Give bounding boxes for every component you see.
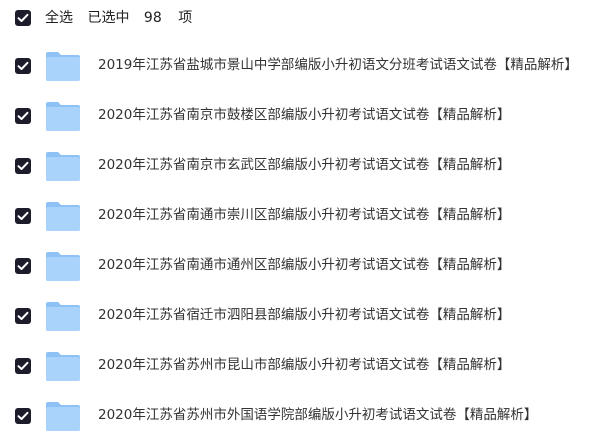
checkmark-icon xyxy=(17,161,29,170)
selected-suffix: 项 xyxy=(178,10,193,26)
file-checkbox[interactable] xyxy=(15,158,31,174)
selection-summary: 全选 已选中 98 项 xyxy=(45,8,202,28)
file-row[interactable]: 2020年江苏省南京市玄武区部编版小升初考试语文试卷【精品解析】 xyxy=(0,141,615,191)
file-name[interactable]: 2019年江苏省盐城市景山中学部编版小升初语文分班考试语文试卷【精品解析】 xyxy=(98,55,578,75)
file-checkbox[interactable] xyxy=(15,358,31,374)
folder-icon xyxy=(46,152,80,181)
selected-prefix: 已选中 xyxy=(87,10,130,26)
file-checkbox[interactable] xyxy=(15,108,31,124)
checkmark-icon xyxy=(17,311,29,320)
file-name[interactable]: 2020年江苏省苏州市昆山市部编版小升初考试语文试卷【精品解析】 xyxy=(98,355,510,375)
folder-icon xyxy=(46,202,80,231)
file-row[interactable]: 2020年江苏省南京市鼓楼区部编版小升初考试语文试卷【精品解析】 xyxy=(0,91,615,141)
checkmark-icon xyxy=(17,361,29,370)
folder-icon xyxy=(46,252,80,281)
file-row[interactable]: 2019年江苏省盐城市景山中学部编版小升初语文分班考试语文试卷【精品解析】 xyxy=(0,41,615,91)
selection-header: 全选 已选中 98 项 xyxy=(0,0,615,36)
file-checkbox[interactable] xyxy=(15,58,31,74)
selected-count: 98 xyxy=(143,10,162,26)
file-checkbox[interactable] xyxy=(15,408,31,424)
file-name[interactable]: 2020年江苏省南京市鼓楼区部编版小升初考试语文试卷【精品解析】 xyxy=(98,105,510,125)
file-selection-panel: 全选 已选中 98 项 2019年江苏省盐城市景山中学部编版小升初语文分班考试语… xyxy=(0,0,615,440)
file-row[interactable]: 2020年江苏省宿迁市泗阳县部编版小升初考试语文试卷【精品解析】 xyxy=(0,291,615,341)
select-all-label[interactable]: 全选 xyxy=(45,10,73,26)
checkmark-icon xyxy=(17,411,29,420)
file-checkbox[interactable] xyxy=(15,258,31,274)
folder-icon xyxy=(46,352,80,381)
file-name[interactable]: 2020年江苏省宿迁市泗阳县部编版小升初考试语文试卷【精品解析】 xyxy=(98,305,510,325)
folder-icon xyxy=(46,302,80,331)
file-checkbox[interactable] xyxy=(15,308,31,324)
file-name[interactable]: 2020年江苏省苏州市外国语学院部编版小升初考试语文试卷【精品解析】 xyxy=(98,405,537,425)
folder-icon xyxy=(46,52,80,81)
file-row[interactable]: 2020年江苏省南通市崇川区部编版小升初考试语文试卷【精品解析】 xyxy=(0,191,615,241)
file-name[interactable]: 2020年江苏省南通市崇川区部编版小升初考试语文试卷【精品解析】 xyxy=(98,205,510,225)
file-row[interactable]: 2020年江苏省苏州市昆山市部编版小升初考试语文试卷【精品解析】 xyxy=(0,341,615,391)
checkmark-icon xyxy=(17,13,29,22)
folder-icon xyxy=(46,402,80,431)
file-list: 2019年江苏省盐城市景山中学部编版小升初语文分班考试语文试卷【精品解析】 20… xyxy=(0,41,615,440)
folder-icon xyxy=(46,102,80,131)
file-name[interactable]: 2020年江苏省南京市玄武区部编版小升初考试语文试卷【精品解析】 xyxy=(98,155,510,175)
file-row[interactable]: 2020年江苏省苏州市外国语学院部编版小升初考试语文试卷【精品解析】 xyxy=(0,391,615,440)
file-checkbox[interactable] xyxy=(15,208,31,224)
select-all-checkbox[interactable] xyxy=(15,10,31,26)
file-row[interactable]: 2020年江苏省南通市通州区部编版小升初考试语文试卷【精品解析】 xyxy=(0,241,615,291)
checkmark-icon xyxy=(17,261,29,270)
checkmark-icon xyxy=(17,211,29,220)
checkmark-icon xyxy=(17,61,29,70)
file-name[interactable]: 2020年江苏省南通市通州区部编版小升初考试语文试卷【精品解析】 xyxy=(98,255,510,275)
checkmark-icon xyxy=(17,111,29,120)
